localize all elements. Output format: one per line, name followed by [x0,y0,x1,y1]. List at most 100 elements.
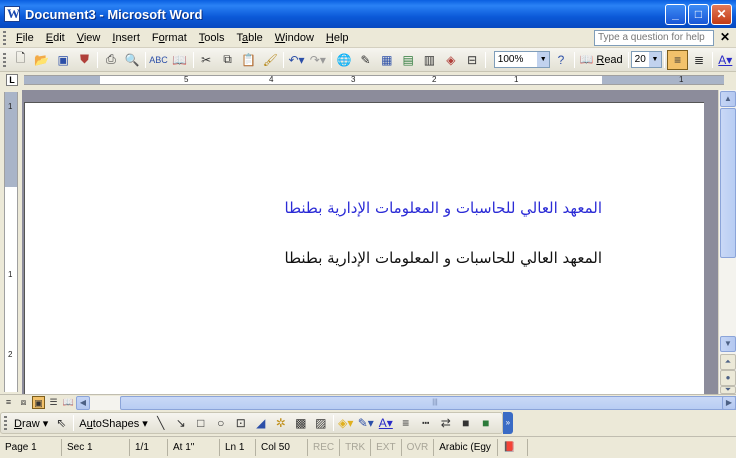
spelling-status-icon[interactable]: 📕 [498,439,529,456]
3d-style-icon[interactable]: ■ [476,414,496,432]
paste-icon[interactable]: 📋 [238,50,259,70]
wordart-icon[interactable]: ◢ [251,414,271,432]
format-painter-icon[interactable]: 🖌 [260,50,281,70]
reading-layout-view-icon[interactable]: 📖 [62,396,75,409]
diagram-icon[interactable]: ✲ [271,414,291,432]
status-page: Page 1 [0,439,62,456]
draw-menu-button[interactable]: Draw ▾ [11,417,51,430]
line-color-icon[interactable]: ✎▾ [356,414,376,432]
document-map-icon[interactable]: ⊟ [461,50,482,70]
print-icon[interactable]: ⎙ [100,50,121,70]
drawbar-grip[interactable] [4,416,7,430]
drawing-icon[interactable]: ◈ [440,50,461,70]
document-page[interactable]: المعهد العالي للحاسبات و المعلومات الإدا… [24,102,704,394]
scroll-left-icon[interactable]: ◀ [76,396,90,410]
print-layout-view-icon[interactable]: ▣ [32,396,45,409]
tables-borders-icon[interactable]: ✎ [355,50,376,70]
redo-icon[interactable]: ↷▾ [307,50,328,70]
toolbar-grip[interactable] [3,52,6,67]
save-icon[interactable]: ▣ [53,50,74,70]
menubar-grip[interactable] [3,30,6,45]
menu-view[interactable]: View [71,29,107,47]
select-objects-icon[interactable]: ⇖ [51,414,71,432]
document-area[interactable]: المعهد العالي للحاسبات و المعلومات الإدا… [22,90,718,394]
vertical-ruler[interactable]: 1 1 2 [4,92,18,392]
arrow-icon[interactable]: ↘ [171,414,191,432]
horizontal-scroll-thumb[interactable]: ||| [120,396,736,410]
status-rec[interactable]: REC [308,439,341,456]
draw-font-color-icon[interactable]: A▾ [376,414,396,432]
rectangle-icon[interactable]: □ [191,414,211,432]
outline-view-icon[interactable]: ☰ [47,396,60,409]
vertical-scroll-thumb[interactable] [720,108,736,258]
justify-icon[interactable]: ≣ [688,50,709,70]
picture-icon[interactable]: ▨ [311,414,331,432]
document-line-blue[interactable]: المعهد العالي للحاسبات و المعلومات الإدا… [285,199,602,217]
menu-tools[interactable]: Tools [193,29,231,47]
scroll-right-icon[interactable]: ▶ [722,396,736,410]
permission-icon[interactable]: ⛊ [74,50,95,70]
open-folder-icon[interactable]: 📂 [31,50,52,70]
scroll-down-icon[interactable]: ▼ [720,336,736,352]
horizontal-scrollbar[interactable]: ◀ ||| ▶ [76,396,736,410]
autoshapes-menu-button[interactable]: AutoShapes ▾ [76,417,151,430]
insert-excel-icon[interactable]: ▤ [397,50,418,70]
line-style-icon[interactable]: ≡ [396,414,416,432]
ruler-number: 2 [432,75,437,84]
toolbar-options-icon[interactable]: » [502,412,513,434]
ruler-number: 1 [514,75,519,84]
document-close-icon[interactable]: ✕ [720,30,730,44]
menu-file[interactable]: File [10,29,40,47]
print-preview-icon[interactable]: 🔍 [122,50,143,70]
cut-icon[interactable]: ✂ [196,50,217,70]
arrow-style-icon[interactable]: ⇄ [436,414,456,432]
normal-view-icon[interactable]: ≡ [2,396,15,409]
status-ext[interactable]: EXT [371,439,402,456]
next-page-icon[interactable]: ⏷ [720,386,736,394]
close-button[interactable]: ✕ [711,4,732,25]
font-color-icon[interactable]: A▾ [715,50,736,70]
horizontal-ruler[interactable]: L 5 4 3 2 1 1 [0,72,736,88]
help-search-input[interactable]: Type a question for help [594,30,714,46]
align-right-icon[interactable]: ≡ [666,49,689,70]
scroll-up-icon[interactable]: ▲ [720,91,736,107]
dash-style-icon[interactable]: ┅ [416,414,436,432]
spelling-icon[interactable]: ABC [148,50,169,70]
read-button[interactable]: 📖 Read [577,51,626,69]
fill-color-icon[interactable]: ◈▾ [336,414,356,432]
menu-window[interactable]: Window [269,29,320,47]
new-document-icon[interactable]: 🗋 [10,50,31,70]
status-ovr[interactable]: OVR [402,439,435,456]
vertical-scrollbar[interactable]: ▲ ▼ ⏶ ● ⏷ [718,90,736,394]
ruler-strip[interactable]: 5 4 3 2 1 1 [24,75,724,85]
document-line-black[interactable]: المعهد العالي للحاسبات و المعلومات الإدا… [285,249,602,267]
help-icon[interactable]: ? [550,50,571,70]
word-app-icon[interactable] [4,6,20,22]
zoom-select[interactable]: 100% ▼ [493,51,551,68]
copy-icon[interactable]: ⧉ [217,50,238,70]
undo-icon[interactable]: ↶▾ [286,50,307,70]
shadow-style-icon[interactable]: ■ [456,414,476,432]
menu-help[interactable]: Help [320,29,355,47]
text-box-icon[interactable]: ⊡ [231,414,251,432]
menu-format[interactable]: Format [146,29,193,47]
line-icon[interactable]: ╲ [151,414,171,432]
insert-table-icon[interactable]: ▦ [376,50,397,70]
previous-page-icon[interactable]: ⏶ [720,354,736,370]
font-size-select[interactable]: 20 ▼ [630,51,662,68]
oval-icon[interactable]: ○ [211,414,231,432]
research-icon[interactable]: 📖 [169,50,190,70]
status-trk[interactable]: TRK [340,439,372,456]
columns-icon[interactable]: ▥ [419,50,440,70]
tab-selector-icon[interactable]: L [6,74,18,86]
menu-insert[interactable]: Insert [106,29,146,47]
minimize-button[interactable]: _ [665,4,686,25]
clip-art-icon[interactable]: ▩ [291,414,311,432]
status-line: Ln 1 [220,439,256,456]
maximize-button[interactable]: □ [688,4,709,25]
hyperlink-icon[interactable]: 🌐 [334,50,355,70]
web-layout-view-icon[interactable]: ⧈ [17,396,30,409]
menu-edit[interactable]: Edit [40,29,71,47]
select-browse-object-icon[interactable]: ● [720,370,736,386]
menu-table[interactable]: Table [230,29,268,47]
